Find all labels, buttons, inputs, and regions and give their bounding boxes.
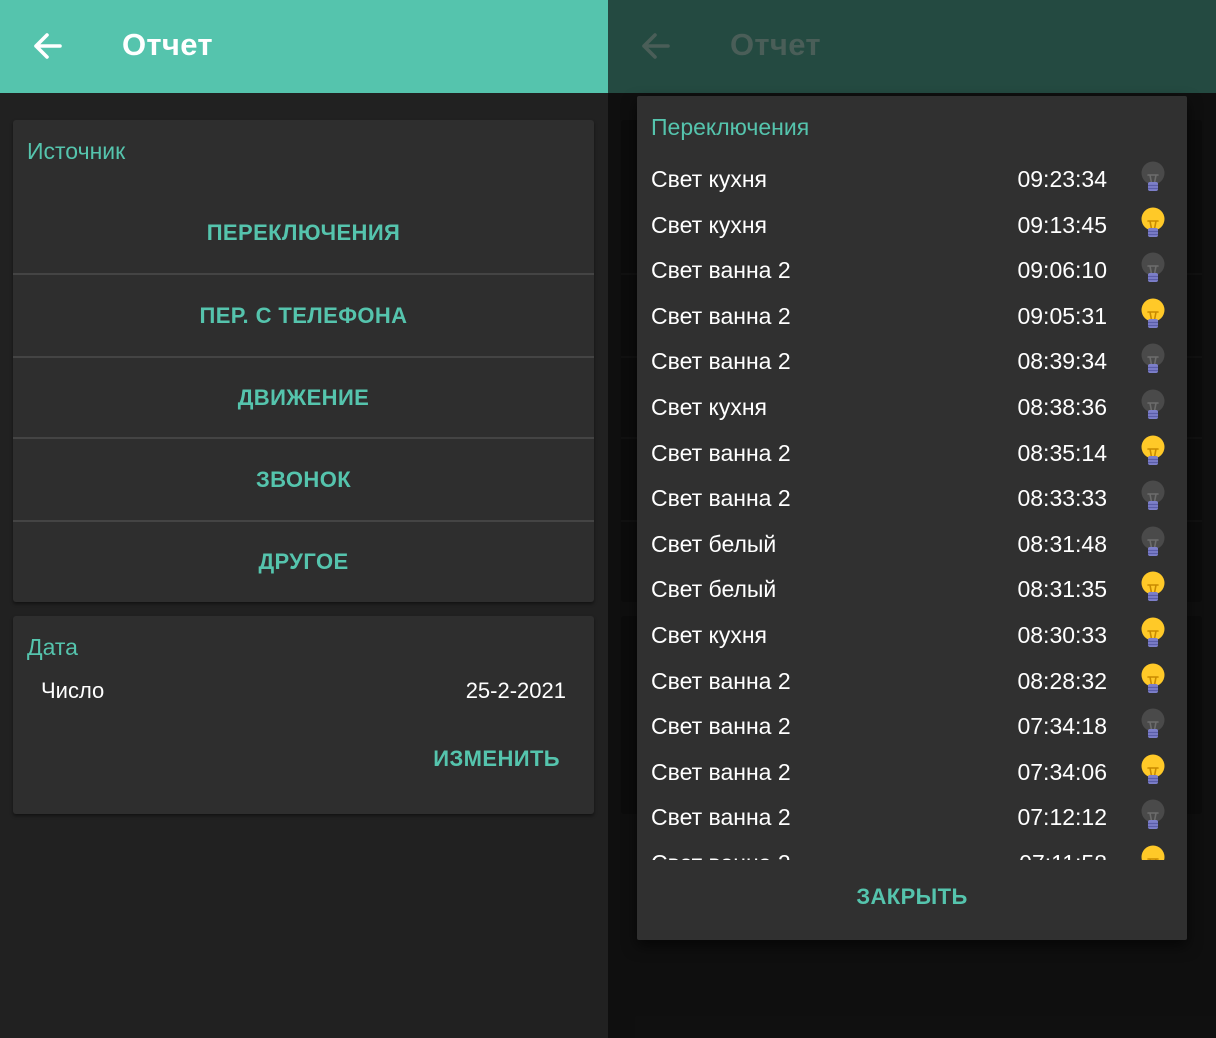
back-arrow-icon[interactable] <box>26 24 70 68</box>
date-card-title: Дата <box>27 634 78 660</box>
switch-name: Свет кухня <box>651 394 767 420</box>
switch-name: Свет кухня <box>651 166 767 192</box>
switch-time: 07:34:06 <box>1017 758 1107 785</box>
switches-button[interactable]: ПЕРЕКЛЮЧЕНИЯ <box>13 192 594 274</box>
dialog-title: Переключения <box>651 114 810 140</box>
lightbulb-on-icon <box>1141 571 1165 602</box>
switch-time: 09:23:34 <box>1017 166 1107 192</box>
switch-time: 07:34:18 <box>1017 713 1107 740</box>
list-item: Свет кухня 08:38:36 <box>637 386 1187 432</box>
switch-name: Свет ванна 2 <box>651 713 791 740</box>
motion-button[interactable]: ДВИЖЕНИЕ <box>13 357 594 439</box>
source-card-title: Источник <box>27 138 126 164</box>
switch-time: 08:30:33 <box>1017 622 1107 648</box>
lightbulb-off-icon <box>1141 799 1165 830</box>
switch-name: Свет белый <box>651 576 777 603</box>
list-item: Свет ванна 2 07:11:58 <box>637 842 1187 860</box>
lightbulb-on-icon <box>1141 845 1165 860</box>
switch-name: Свет белый <box>651 530 777 557</box>
switch-time: 08:33:33 <box>1017 485 1107 512</box>
list-item: Свет ванна 2 08:33:33 <box>637 477 1187 523</box>
source-card: Источник ПЕРЕКЛЮЧЕНИЯ ПЕР. С ТЕЛЕФОНА ДВ… <box>13 120 594 602</box>
switch-name: Свет ванна 2 <box>651 348 791 375</box>
switch-name: Свет кухня <box>651 211 767 238</box>
switch-time: 08:31:35 <box>1017 576 1107 603</box>
switch-time: 08:28:32 <box>1017 667 1107 694</box>
switch-name: Свет ванна 2 <box>651 850 791 860</box>
switch-time: 08:35:14 <box>1017 439 1107 466</box>
list-item: Свет кухня 08:30:33 <box>637 614 1187 660</box>
list-item: Свет кухня 09:13:45 <box>637 204 1187 250</box>
lightbulb-off-icon <box>1141 708 1165 739</box>
lightbulb-on-icon <box>1141 207 1165 237</box>
switch-name: Свет ванна 2 <box>651 667 791 694</box>
lightbulb-off-icon <box>1141 252 1165 283</box>
list-item: Свет ванна 2 08:35:14 <box>637 432 1187 478</box>
lightbulb-on-icon <box>1141 298 1165 328</box>
call-button[interactable]: ЗВОНОК <box>13 439 594 521</box>
list-item: Свет ванна 2 08:39:34 <box>637 340 1187 386</box>
list-item: Свет белый 08:31:35 <box>637 568 1187 614</box>
date-card: Дата Число 25-2-2021 ИЗМЕНИТЬ <box>13 616 594 814</box>
switch-time: 09:06:10 <box>1017 257 1107 284</box>
switch-name: Свет ванна 2 <box>651 439 791 466</box>
phone-switches-button[interactable]: ПЕР. С ТЕЛЕФОНА <box>13 275 594 357</box>
lightbulb-off-icon <box>1141 480 1165 511</box>
app-bar: Отчет <box>0 0 608 93</box>
switch-name: Свет ванна 2 <box>651 485 791 512</box>
lightbulb-off-icon <box>1141 526 1165 556</box>
list-item: Свет ванна 2 09:05:31 <box>637 295 1187 341</box>
switch-name: Свет ванна 2 <box>651 257 791 284</box>
switch-time: 09:05:31 <box>1017 302 1107 329</box>
switch-name: Свет ванна 2 <box>651 302 791 329</box>
lightbulb-on-icon <box>1141 663 1165 693</box>
lightbulb-on-icon <box>1141 754 1165 784</box>
list-item: Свет ванна 2 07:34:18 <box>637 705 1187 751</box>
list-item: Свет ванна 2 08:28:32 <box>637 660 1187 706</box>
switch-name: Свет ванна 2 <box>651 804 791 831</box>
date-value: 25-2-2021 <box>465 678 566 703</box>
list-item: Свет кухня 09:23:34 <box>637 158 1187 204</box>
list-item: Свет ванна 2 09:06:10 <box>637 249 1187 295</box>
change-date-button[interactable]: ИЗМЕНИТЬ <box>433 746 560 772</box>
page-title: Отчет <box>122 27 213 62</box>
date-label: Число <box>41 678 105 703</box>
report-screen: Отчет Источник ПЕРЕКЛЮЧЕНИЯ ПЕР. С ТЕЛЕФ… <box>0 0 608 1038</box>
close-button[interactable]: ЗАКРЫТЬ <box>637 884 1187 910</box>
switch-list[interactable]: Свет кухня 09:23:34 Свет кухня 09:13:45 Свет… <box>637 154 1187 860</box>
report-screen-with-dialog: Отчет Переключения Свет кухня 09:23:34 Све… <box>608 0 1216 1038</box>
switches-dialog: Переключения Свет кухня 09:23:34 Свет кухн… <box>637 96 1187 940</box>
list-item: Свет белый 08:31:48 <box>637 523 1187 569</box>
switch-time: 08:39:34 <box>1017 348 1107 375</box>
switch-time: 07:12:12 <box>1017 804 1107 831</box>
switch-time: 08:31:48 <box>1017 530 1107 557</box>
lightbulb-on-icon <box>1141 617 1165 647</box>
switch-name: Свет кухня <box>651 622 767 648</box>
lightbulb-on-icon <box>1141 435 1165 465</box>
list-item: Свет ванна 2 07:12:12 <box>637 796 1187 842</box>
switch-name: Свет ванна 2 <box>651 758 791 785</box>
switch-time: 07:11:58 <box>1019 850 1107 860</box>
back-arrow-icon <box>642 33 670 59</box>
lightbulb-off-icon <box>1141 161 1165 191</box>
app-bar-dimmed: Отчет <box>608 0 1216 93</box>
list-item: Свет ванна 2 07:34:06 <box>637 751 1187 797</box>
lightbulb-off-icon <box>1141 389 1165 419</box>
page-title: Отчет <box>730 27 821 62</box>
switch-time: 09:13:45 <box>1017 211 1107 238</box>
other-button[interactable]: ДРУГОЕ <box>13 521 594 603</box>
switch-time: 08:38:36 <box>1017 394 1107 420</box>
lightbulb-off-icon <box>1141 343 1165 374</box>
